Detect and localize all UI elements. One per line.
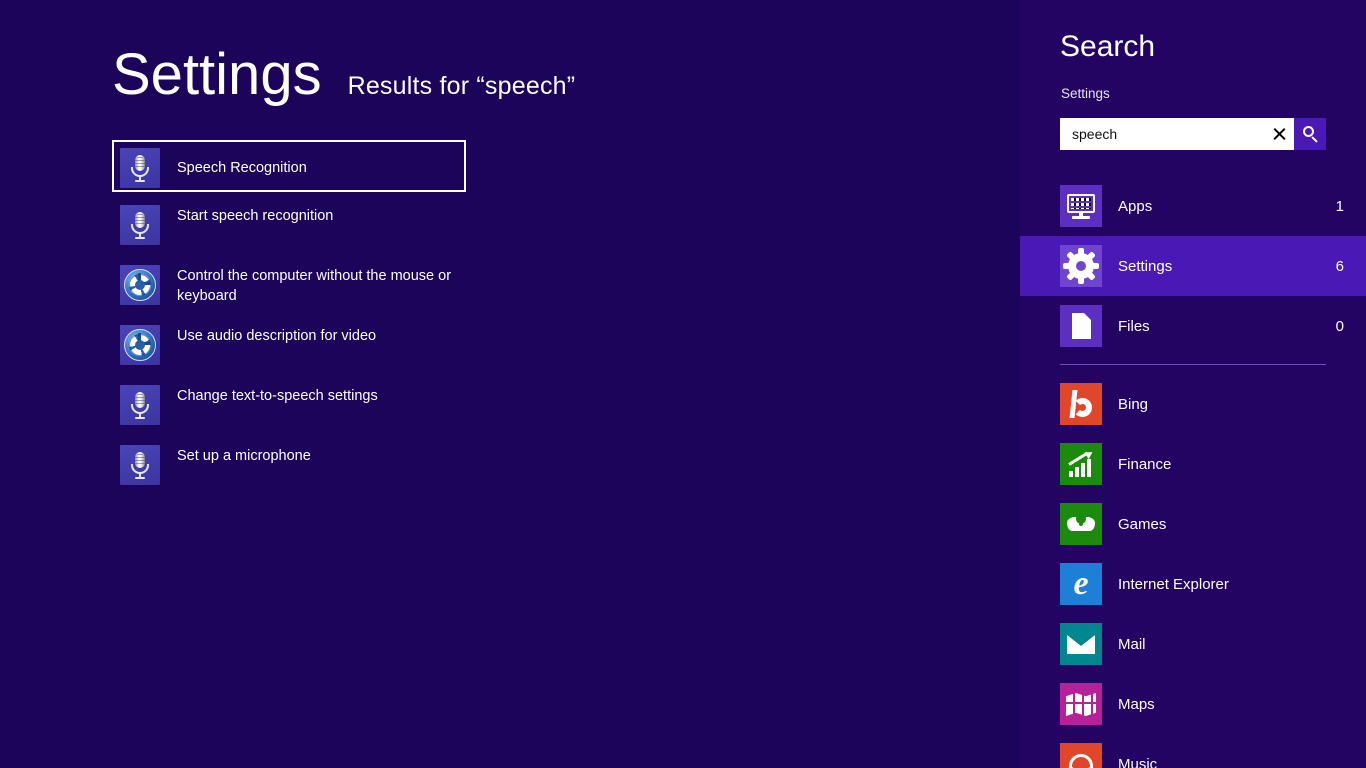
bing-bowl — [1073, 398, 1092, 417]
microphone-base — [135, 179, 145, 182]
category-count: 0 — [1335, 317, 1344, 335]
category-row-apps[interactable]: Apps 1 — [1020, 176, 1366, 236]
app-row-music[interactable]: Music — [1020, 734, 1366, 768]
app-label: Finance — [1118, 455, 1172, 473]
result-item-label: Start speech recognition — [177, 208, 334, 224]
category-label: Files — [1118, 317, 1150, 335]
result-item[interactable]: Set up a microphone — [112, 440, 672, 500]
app-label: Internet Explorer — [1118, 575, 1229, 593]
ease-of-access-hub — [135, 280, 145, 290]
xbox-controller-icon — [1060, 503, 1102, 545]
gear-center-hole — [1076, 261, 1086, 271]
app-row-maps[interactable]: Maps — [1020, 674, 1366, 734]
search-icon[interactable] — [1294, 118, 1326, 150]
headphones-band — [1069, 754, 1093, 768]
apps-monitor-icon — [1060, 185, 1102, 227]
search-input[interactable] — [1060, 118, 1264, 150]
result-item-label: Change text-to-speech settings — [177, 388, 378, 404]
app-row-mail[interactable]: Mail — [1020, 614, 1366, 674]
app-list: Bing Finance Games e Internet Explorer Mail Ma… — [1020, 374, 1366, 768]
search-scope-label: Settings — [1061, 86, 1110, 101]
search-charm-screen: Settings Results for “speech” Speech Rec… — [0, 0, 1366, 768]
headphones-icon — [1060, 743, 1102, 768]
ease-of-access-icon — [120, 265, 160, 305]
category-label: Settings — [1118, 257, 1173, 275]
microphone-icon — [120, 445, 160, 485]
result-item-label: Speech Recognition — [177, 159, 307, 176]
panel-divider — [1060, 364, 1326, 365]
controller-dot — [1079, 522, 1083, 526]
app-label: Games — [1118, 515, 1167, 533]
magnifier-handle — [1311, 136, 1318, 143]
search-box[interactable] — [1060, 118, 1326, 150]
mail-envelope-icon — [1060, 623, 1102, 665]
monitor-base — [1072, 216, 1090, 219]
category-list: Apps 1 Settings 6 Files 0 — [1020, 176, 1366, 356]
maps-folded-map-icon — [1060, 683, 1102, 725]
app-row-finance[interactable]: Finance — [1020, 434, 1366, 494]
result-item-label: Control the computer without the mouse o… — [177, 268, 452, 304]
gear-icon — [1060, 245, 1102, 287]
result-item[interactable]: Use audio description for video — [112, 320, 672, 380]
app-label: Music — [1118, 755, 1158, 768]
close-icon[interactable] — [1264, 118, 1294, 150]
search-panel: Search Settings Apps 1 Settings 6 Files 0 Bin… — [1020, 0, 1366, 768]
app-label: Bing — [1118, 395, 1149, 413]
results-subtitle: Results for “speech” — [347, 72, 576, 100]
result-item[interactable]: Start speech recognition — [112, 200, 672, 260]
microphone-base — [135, 237, 145, 239]
app-label: Maps — [1118, 695, 1155, 713]
file-document-icon — [1060, 305, 1102, 347]
result-item[interactable]: Control the computer without the mouse o… — [112, 260, 672, 320]
folded-map — [1066, 693, 1096, 716]
category-count: 1 — [1335, 197, 1344, 215]
category-label: Apps — [1118, 197, 1153, 215]
microphone-base — [135, 477, 145, 479]
microphone-base — [135, 417, 145, 419]
app-row-internet-explorer[interactable]: e Internet Explorer — [1020, 554, 1366, 614]
ease-of-access-hub — [135, 340, 145, 350]
category-row-settings[interactable]: Settings 6 — [1020, 236, 1366, 296]
ease-of-access-icon — [120, 325, 160, 365]
result-item-selected[interactable]: Speech Recognition — [112, 140, 466, 192]
page-title: Settings — [112, 42, 322, 107]
app-row-bing[interactable]: Bing — [1020, 374, 1366, 434]
envelope-flap — [1067, 635, 1095, 646]
panel-title: Search — [1060, 30, 1156, 63]
result-list: Speech Recognition Start speech recogniti… — [112, 140, 672, 500]
microphone-icon — [120, 205, 160, 245]
result-item-label: Use audio description for video — [177, 328, 377, 344]
monitor-tile-grid — [1071, 198, 1091, 209]
map-horizon — [1066, 702, 1096, 704]
result-item-label: Set up a microphone — [177, 448, 311, 464]
result-item[interactable]: Change text-to-speech settings — [112, 380, 672, 440]
results-header: Settings Results for “speech” — [112, 46, 575, 104]
results-area: Settings Results for “speech” Speech Rec… — [0, 0, 1020, 768]
ie-e-glyph: e — [1073, 565, 1089, 602]
microphone-icon — [120, 385, 160, 425]
microphone-icon — [120, 147, 160, 188]
category-count: 6 — [1335, 257, 1344, 275]
chart-arrow — [1069, 452, 1092, 466]
app-row-games[interactable]: Games — [1020, 494, 1366, 554]
category-row-files[interactable]: Files 0 — [1020, 296, 1366, 356]
internet-explorer-icon: e — [1060, 563, 1102, 605]
app-label: Mail — [1118, 635, 1146, 653]
finance-chart-icon — [1060, 443, 1102, 485]
bing-icon — [1060, 383, 1102, 425]
